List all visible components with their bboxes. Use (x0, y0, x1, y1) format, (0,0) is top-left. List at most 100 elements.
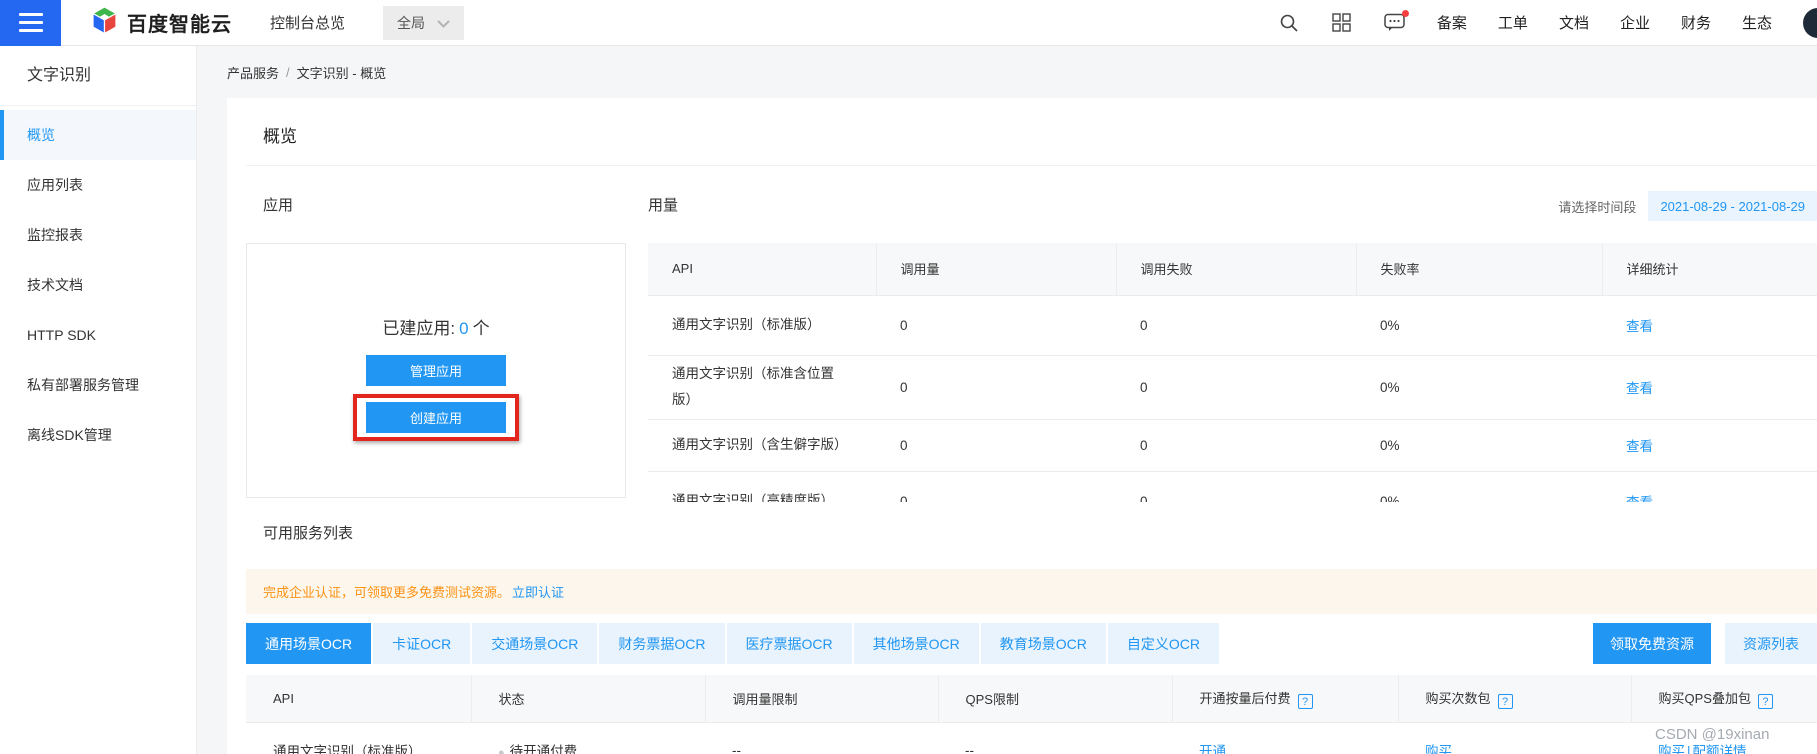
tab-card-ocr[interactable]: 卡证OCR (373, 623, 470, 664)
view-detail-link[interactable]: 查看 (1626, 495, 1653, 502)
content-area: 产品服务 / 文字识别 - 概览 概览 应用 已建应用:0个 管理应用 创建应 (197, 46, 1817, 754)
help-icon[interactable]: ? (1298, 694, 1313, 709)
claim-free-resources-button[interactable]: 领取免费资源 (1593, 623, 1711, 664)
messages-icon[interactable] (1384, 12, 1406, 34)
nav-item-shengtai[interactable]: 生态 (1742, 12, 1772, 33)
usage-col-fail-rate: 失败率 (1356, 243, 1602, 295)
services-table: API 状态 调用量限制 QPS限制 开通按量后付费? 购买次数包? 购买QPS… (246, 675, 1817, 754)
usage-col-failed: 调用失败 (1116, 243, 1356, 295)
notification-dot (1402, 10, 1409, 17)
breadcrumb-separator: / (286, 65, 290, 80)
service-tabs: 通用场景OCR 卡证OCR 交通场景OCR 财务票据OCR 医疗票据OCR 其他… (246, 623, 1817, 664)
apps-grid-icon[interactable] (1331, 12, 1353, 34)
svc-col-quota-limit: 调用量限制 (705, 675, 938, 722)
tab-medical-ocr[interactable]: 医疗票据OCR (727, 623, 852, 664)
search-icon[interactable] (1278, 12, 1300, 34)
usage-api-name: 通用文字识别（标准含位置版） (648, 355, 876, 419)
sidebar-item-overview[interactable]: 概览 (0, 110, 196, 160)
svc-col-buy-count-pack: 购买次数包? (1398, 675, 1631, 722)
certification-notice: 完成企业认证，可领取更多免费测试资源。立即认证 (246, 569, 1817, 614)
activate-link[interactable]: 开通 (1199, 744, 1226, 754)
nav-item-qiye[interactable]: 企业 (1620, 12, 1650, 33)
view-detail-link[interactable]: 查看 (1626, 319, 1653, 334)
usage-col-detail: 详细统计 (1602, 243, 1817, 295)
resource-list-button[interactable]: 资源列表 (1725, 623, 1817, 664)
buy-count-pack-link[interactable]: 购买 (1425, 744, 1452, 754)
certify-now-link[interactable]: 立即认证 (512, 585, 564, 600)
usage-col-api: API (648, 243, 876, 295)
created-app-count-unit: 个 (473, 319, 490, 338)
usage-table-header: API 调用量 调用失败 失败率 详细统计 (648, 243, 1817, 295)
help-icon[interactable]: ? (1498, 694, 1513, 709)
sidebar-item-http-sdk[interactable]: HTTP SDK (0, 310, 196, 360)
user-avatar[interactable] (1803, 8, 1817, 38)
usage-calls: 0 (876, 295, 1116, 355)
usage-calls: 0 (876, 419, 1116, 471)
usage-header-row: 用量 请选择时间段 2021-08-29 - 2021-08-29 (648, 196, 1817, 216)
tab-general-ocr[interactable]: 通用场景OCR (246, 623, 371, 664)
usage-api-name: 通用文字识别（含生僻字版） (648, 419, 876, 471)
created-app-count: 已建应用:0个 (382, 314, 489, 339)
svc-col-status: 状态 (471, 675, 705, 722)
sidebar-item-tech-doc[interactable]: 技术文档 (0, 260, 196, 310)
usage-fail-rate: 0% (1356, 295, 1602, 355)
hamburger-menu-icon[interactable] (0, 0, 61, 46)
usage-section-heading: 用量 (648, 196, 678, 216)
quota-detail-link[interactable]: 配额详情 (1693, 744, 1747, 754)
breadcrumb-product-services[interactable]: 产品服务 (227, 63, 279, 82)
breadcrumb: 产品服务 / 文字识别 - 概览 (197, 46, 1817, 98)
scope-value: 全局 (397, 13, 425, 33)
created-app-count-number: 0 (455, 319, 472, 338)
sidebar-item-monitor-report[interactable]: 监控报表 (0, 210, 196, 260)
svc-qps-limit: -- (938, 722, 1172, 754)
nav-item-caiwu[interactable]: 财务 (1681, 12, 1711, 33)
brand-name: 百度智能云 (127, 8, 232, 37)
svc-status: ● 待开通付费 (471, 722, 705, 754)
services-section-heading: 可用服务列表 (246, 524, 1817, 544)
usage-row-rare-char: 通用文字识别（含生僻字版） 0 0 0% 查看 (648, 419, 1817, 471)
usage-row-standard-position: 通用文字识别（标准含位置版） 0 0 0% 查看 (648, 355, 1817, 419)
buy-qps-pack-link[interactable]: 购买 (1658, 744, 1685, 754)
svc-quota-limit: -- (705, 722, 938, 754)
tab-custom-ocr[interactable]: 自定义OCR (1108, 623, 1219, 664)
tab-other-ocr[interactable]: 其他场景OCR (854, 623, 979, 664)
baidu-cloud-cube-icon (91, 6, 118, 40)
created-app-count-label: 已建应用: (382, 319, 455, 338)
sidebar-item-offline-sdk[interactable]: 离线SDK管理 (0, 410, 196, 460)
sidebar: 文字识别 概览 应用列表 监控报表 技术文档 HTTP SDK 私有部署服务管理… (0, 46, 197, 754)
brand-logo[interactable]: 百度智能云 (91, 6, 232, 40)
sidebar-menu: 概览 应用列表 监控报表 技术文档 HTTP SDK 私有部署服务管理 离线SD… (0, 106, 196, 460)
sidebar-item-private-deploy[interactable]: 私有部署服务管理 (0, 360, 196, 410)
usage-calls: 0 (876, 471, 1116, 502)
overview-card: 概览 应用 已建应用:0个 管理应用 创建应用 (227, 98, 1817, 754)
svc-col-buy-qps-label: 购买QPS叠加包 (1659, 691, 1751, 706)
app-section-heading: 应用 (246, 196, 626, 216)
status-dot-icon: ● (498, 747, 505, 754)
usage-api-name: 通用文字识别（标准版） (648, 295, 876, 355)
usage-table: API 调用量 调用失败 失败率 详细统计 通用文字识别（标准版） (648, 243, 1817, 502)
region-scope-select[interactable]: 全局 (383, 6, 464, 40)
time-range-label: 请选择时间段 (1558, 197, 1636, 216)
sidebar-item-app-list[interactable]: 应用列表 (0, 160, 196, 210)
nav-item-gongdan[interactable]: 工单 (1498, 12, 1528, 33)
svc-col-buy-qps-pack: 购买QPS叠加包? (1631, 675, 1817, 722)
manage-app-button[interactable]: 管理应用 (366, 355, 506, 386)
svc-col-qps-limit: QPS限制 (938, 675, 1172, 722)
nav-item-wendang[interactable]: 文档 (1559, 12, 1589, 33)
tab-finance-ocr[interactable]: 财务票据OCR (599, 623, 724, 664)
help-icon[interactable]: ? (1758, 694, 1773, 709)
view-detail-link[interactable]: 查看 (1626, 381, 1653, 396)
usage-calls: 0 (876, 355, 1116, 419)
console-overview-link[interactable]: 控制台总览 (270, 12, 345, 33)
date-range-picker[interactable]: 2021-08-29 - 2021-08-29 (1648, 191, 1817, 221)
tab-education-ocr[interactable]: 教育场景OCR (981, 623, 1106, 664)
nav-item-beian[interactable]: 备案 (1437, 12, 1467, 33)
tab-traffic-ocr[interactable]: 交通场景OCR (472, 623, 597, 664)
usage-failed: 0 (1116, 471, 1356, 502)
view-detail-link[interactable]: 查看 (1626, 439, 1653, 454)
create-app-button[interactable]: 创建应用 (366, 402, 506, 433)
status-badge: 待开通付费 (510, 744, 578, 754)
services-table-container: API 状态 调用量限制 QPS限制 开通按量后付费? 购买次数包? 购买QPS… (246, 675, 1817, 754)
svc-col-postpaid-label: 开通按量后付费 (1200, 691, 1291, 706)
usage-fail-rate: 0% (1356, 355, 1602, 419)
